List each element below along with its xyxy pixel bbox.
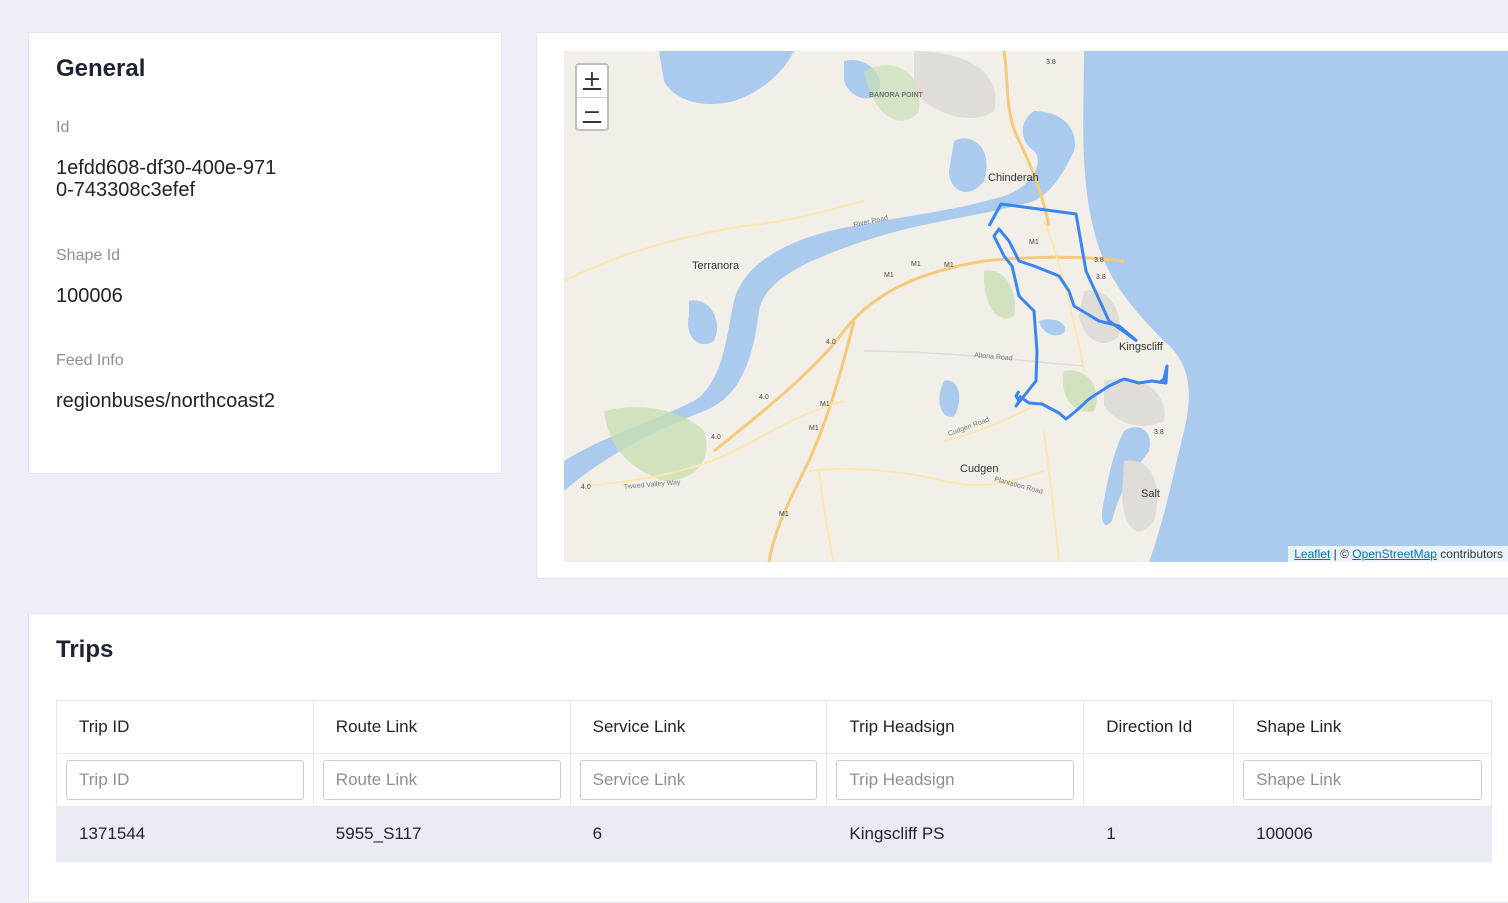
svg-text:M1: M1 — [911, 261, 921, 268]
leaflet-link[interactable]: Leaflet — [1294, 547, 1330, 561]
trip-headsign-cell: Kingscliff PS — [826, 806, 1085, 862]
svg-text:M1: M1 — [884, 272, 894, 279]
svg-text:Terranora: Terranora — [692, 260, 740, 272]
map-card: Chinderah Terranora Kingscliff Cudgen Sa… — [536, 32, 1508, 579]
svg-text:M1: M1 — [779, 511, 789, 518]
svg-text:4.0: 4.0 — [581, 484, 591, 491]
svg-text:3.8: 3.8 — [1094, 257, 1104, 264]
svg-text:M1: M1 — [944, 262, 954, 269]
svg-text:3.8: 3.8 — [1154, 429, 1164, 436]
service-link-cell[interactable]: 6 — [569, 806, 828, 862]
shape-map[interactable]: Chinderah Terranora Kingscliff Cudgen Sa… — [564, 51, 1508, 562]
trip-headsign-filter-input[interactable] — [836, 760, 1075, 800]
svg-text:Cudgen: Cudgen — [960, 463, 999, 475]
svg-text:BANORA POINT: BANORA POINT — [869, 92, 924, 99]
svg-text:Altona Road: Altona Road — [974, 352, 1013, 362]
id-label: Id — [56, 119, 70, 136]
map-tiles: Chinderah Terranora Kingscliff Cudgen Sa… — [564, 51, 1508, 562]
svg-text:M1: M1 — [809, 425, 819, 432]
feed-info-label: Feed Info — [56, 352, 124, 369]
feed-info-value: regionbuses/northcoast2 — [56, 390, 276, 412]
svg-text:Salt: Salt — [1141, 488, 1160, 500]
trip-id-filter-input[interactable] — [66, 760, 304, 800]
column-header-shape-link[interactable]: Shape Link — [1233, 700, 1492, 754]
svg-text:4.0: 4.0 — [711, 434, 721, 441]
direction-id-filter-empty — [1083, 753, 1235, 807]
trips-table: Trip ID Route Link Service Link Trip Hea… — [56, 700, 1492, 862]
shape-id-label: Shape Id — [56, 247, 121, 264]
table-row[interactable]: 1371544 5955_S117 6 Kingscliff PS 1 1000… — [56, 806, 1492, 862]
shape-link-cell[interactable]: 100006 — [1233, 806, 1492, 862]
column-header-direction-id[interactable]: Direction Id — [1083, 700, 1235, 754]
direction-id-cell: 1 — [1083, 806, 1235, 862]
map-attribution: Leaflet | © OpenStreetMap contributors — [1288, 546, 1508, 562]
openstreetmap-link[interactable]: OpenStreetMap — [1352, 547, 1437, 561]
zoom-control: + − — [575, 63, 609, 131]
table-header-row: Trip ID Route Link Service Link Trip Hea… — [56, 700, 1492, 754]
service-link-filter-input[interactable] — [579, 760, 818, 800]
trip-id-cell: 1371544 — [56, 806, 314, 862]
zoom-in-button[interactable]: + — [577, 65, 607, 97]
general-card: General Id 1efdd608-df30-400e-9710-74330… — [28, 32, 502, 474]
page-heading-clipped — [56, 0, 156, 2]
svg-text:Chinderah: Chinderah — [988, 172, 1039, 184]
id-value: 1efdd608-df30-400e-9710-743308c3efef — [56, 157, 277, 201]
svg-text:Kingscliff: Kingscliff — [1119, 341, 1164, 353]
general-title: General — [56, 55, 146, 82]
svg-text:M1: M1 — [820, 401, 830, 408]
shape-link-filter-input[interactable] — [1243, 760, 1482, 800]
svg-text:3.8: 3.8 — [1096, 274, 1106, 281]
route-link-filter-input[interactable] — [322, 760, 561, 800]
attribution-separator: | © — [1330, 547, 1353, 561]
zoom-out-button[interactable]: − — [577, 97, 607, 130]
trips-title: Trips — [56, 636, 114, 663]
column-header-trip-headsign[interactable]: Trip Headsign — [826, 700, 1085, 754]
column-header-service-link[interactable]: Service Link — [569, 700, 828, 754]
column-header-route-link[interactable]: Route Link — [312, 700, 571, 754]
svg-text:4.0: 4.0 — [759, 394, 769, 401]
route-link-cell[interactable]: 5955_S117 — [312, 806, 571, 862]
attribution-suffix: contributors — [1436, 547, 1503, 561]
shape-id-value: 100006 — [56, 285, 123, 307]
column-header-trip-id[interactable]: Trip ID — [56, 700, 314, 754]
filter-row — [56, 753, 1492, 807]
svg-text:4.0: 4.0 — [826, 339, 836, 346]
trips-card: Trips Trip ID Route Link Service Link Tr… — [28, 613, 1508, 903]
svg-text:3.8: 3.8 — [1046, 59, 1056, 66]
svg-text:M1: M1 — [1029, 239, 1039, 246]
